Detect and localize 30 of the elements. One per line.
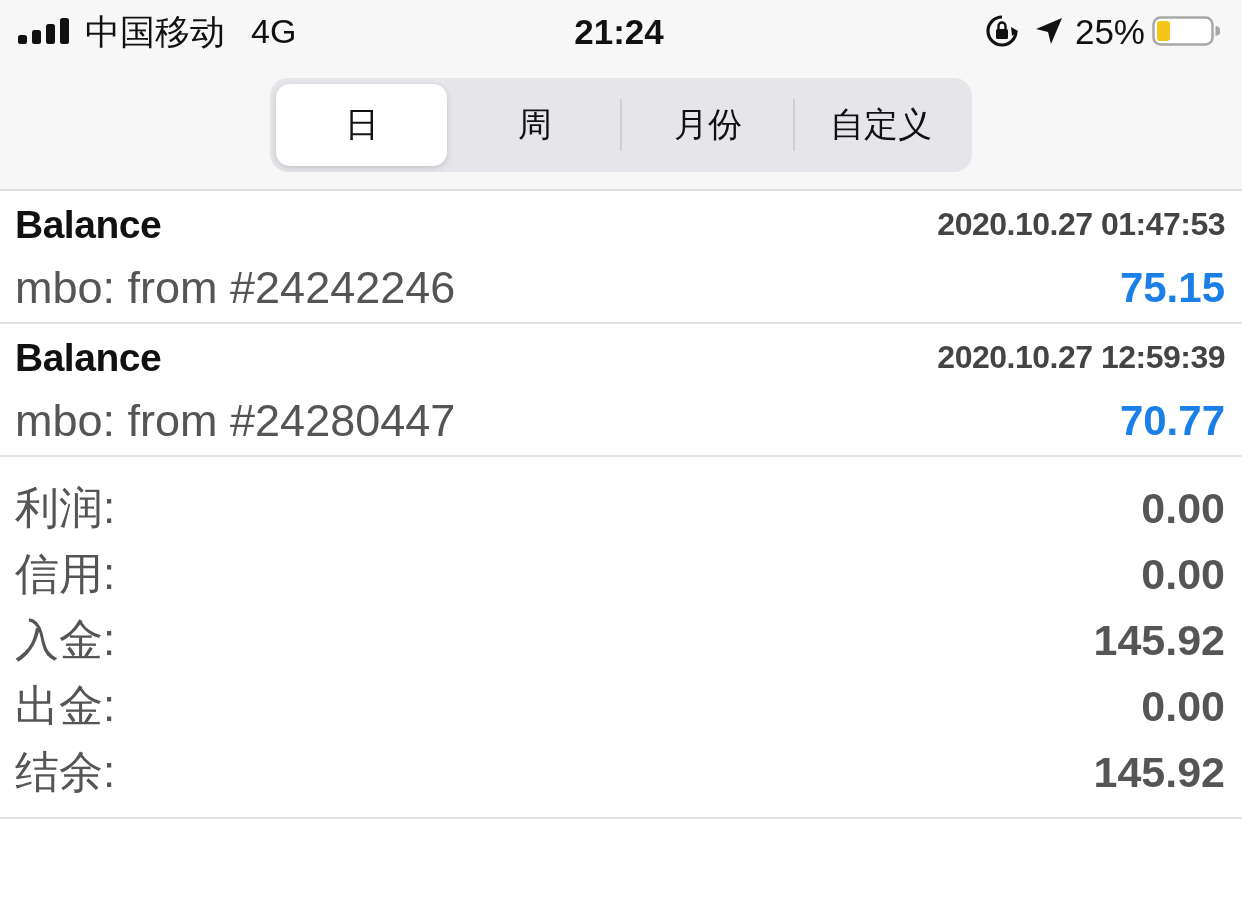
status-time: 21:24: [574, 13, 664, 49]
deal-type: Balance: [15, 335, 162, 380]
battery-icon: [1152, 16, 1220, 46]
signal-icon: [18, 18, 70, 44]
battery-percent: 25%: [1074, 13, 1145, 49]
segment-tab[interactable]: 周: [449, 84, 620, 166]
summary-value: 0.00: [1141, 681, 1225, 731]
deal-time: 2020.10.27 01:47:53: [937, 206, 1225, 243]
segment-tab[interactable]: 自定义: [795, 84, 966, 166]
network-type: 4G: [251, 14, 297, 48]
summary-label: 结余:: [15, 745, 116, 798]
summary-label: 出金:: [15, 679, 116, 732]
deal-comment: mbo: from #24242246: [15, 261, 456, 314]
summary-label: 信用:: [15, 547, 116, 600]
rotation-lock-icon: [984, 14, 1019, 48]
summary-value: 0.00: [1141, 549, 1225, 599]
deal-time: 2020.10.27 12:59:39: [937, 339, 1225, 376]
deal-type: Balance: [15, 202, 162, 247]
summary-label: 入金:: [15, 613, 116, 666]
summary-value: 145.92: [1093, 747, 1225, 797]
summary-value: 145.92: [1093, 615, 1225, 665]
location-arrow-icon: [1034, 17, 1063, 45]
carrier-name: 中国移动: [85, 13, 225, 49]
deal-comment: mbo: from #24280447: [15, 394, 456, 447]
deal-amount: 70.77: [1119, 396, 1225, 445]
segment-tab[interactable]: 月份: [622, 84, 793, 166]
summary-value: 0.00: [1141, 483, 1225, 533]
summary-label: 利润:: [15, 481, 116, 534]
deal-amount: 75.15: [1119, 263, 1225, 312]
segment-tab[interactable]: 日: [276, 84, 447, 166]
